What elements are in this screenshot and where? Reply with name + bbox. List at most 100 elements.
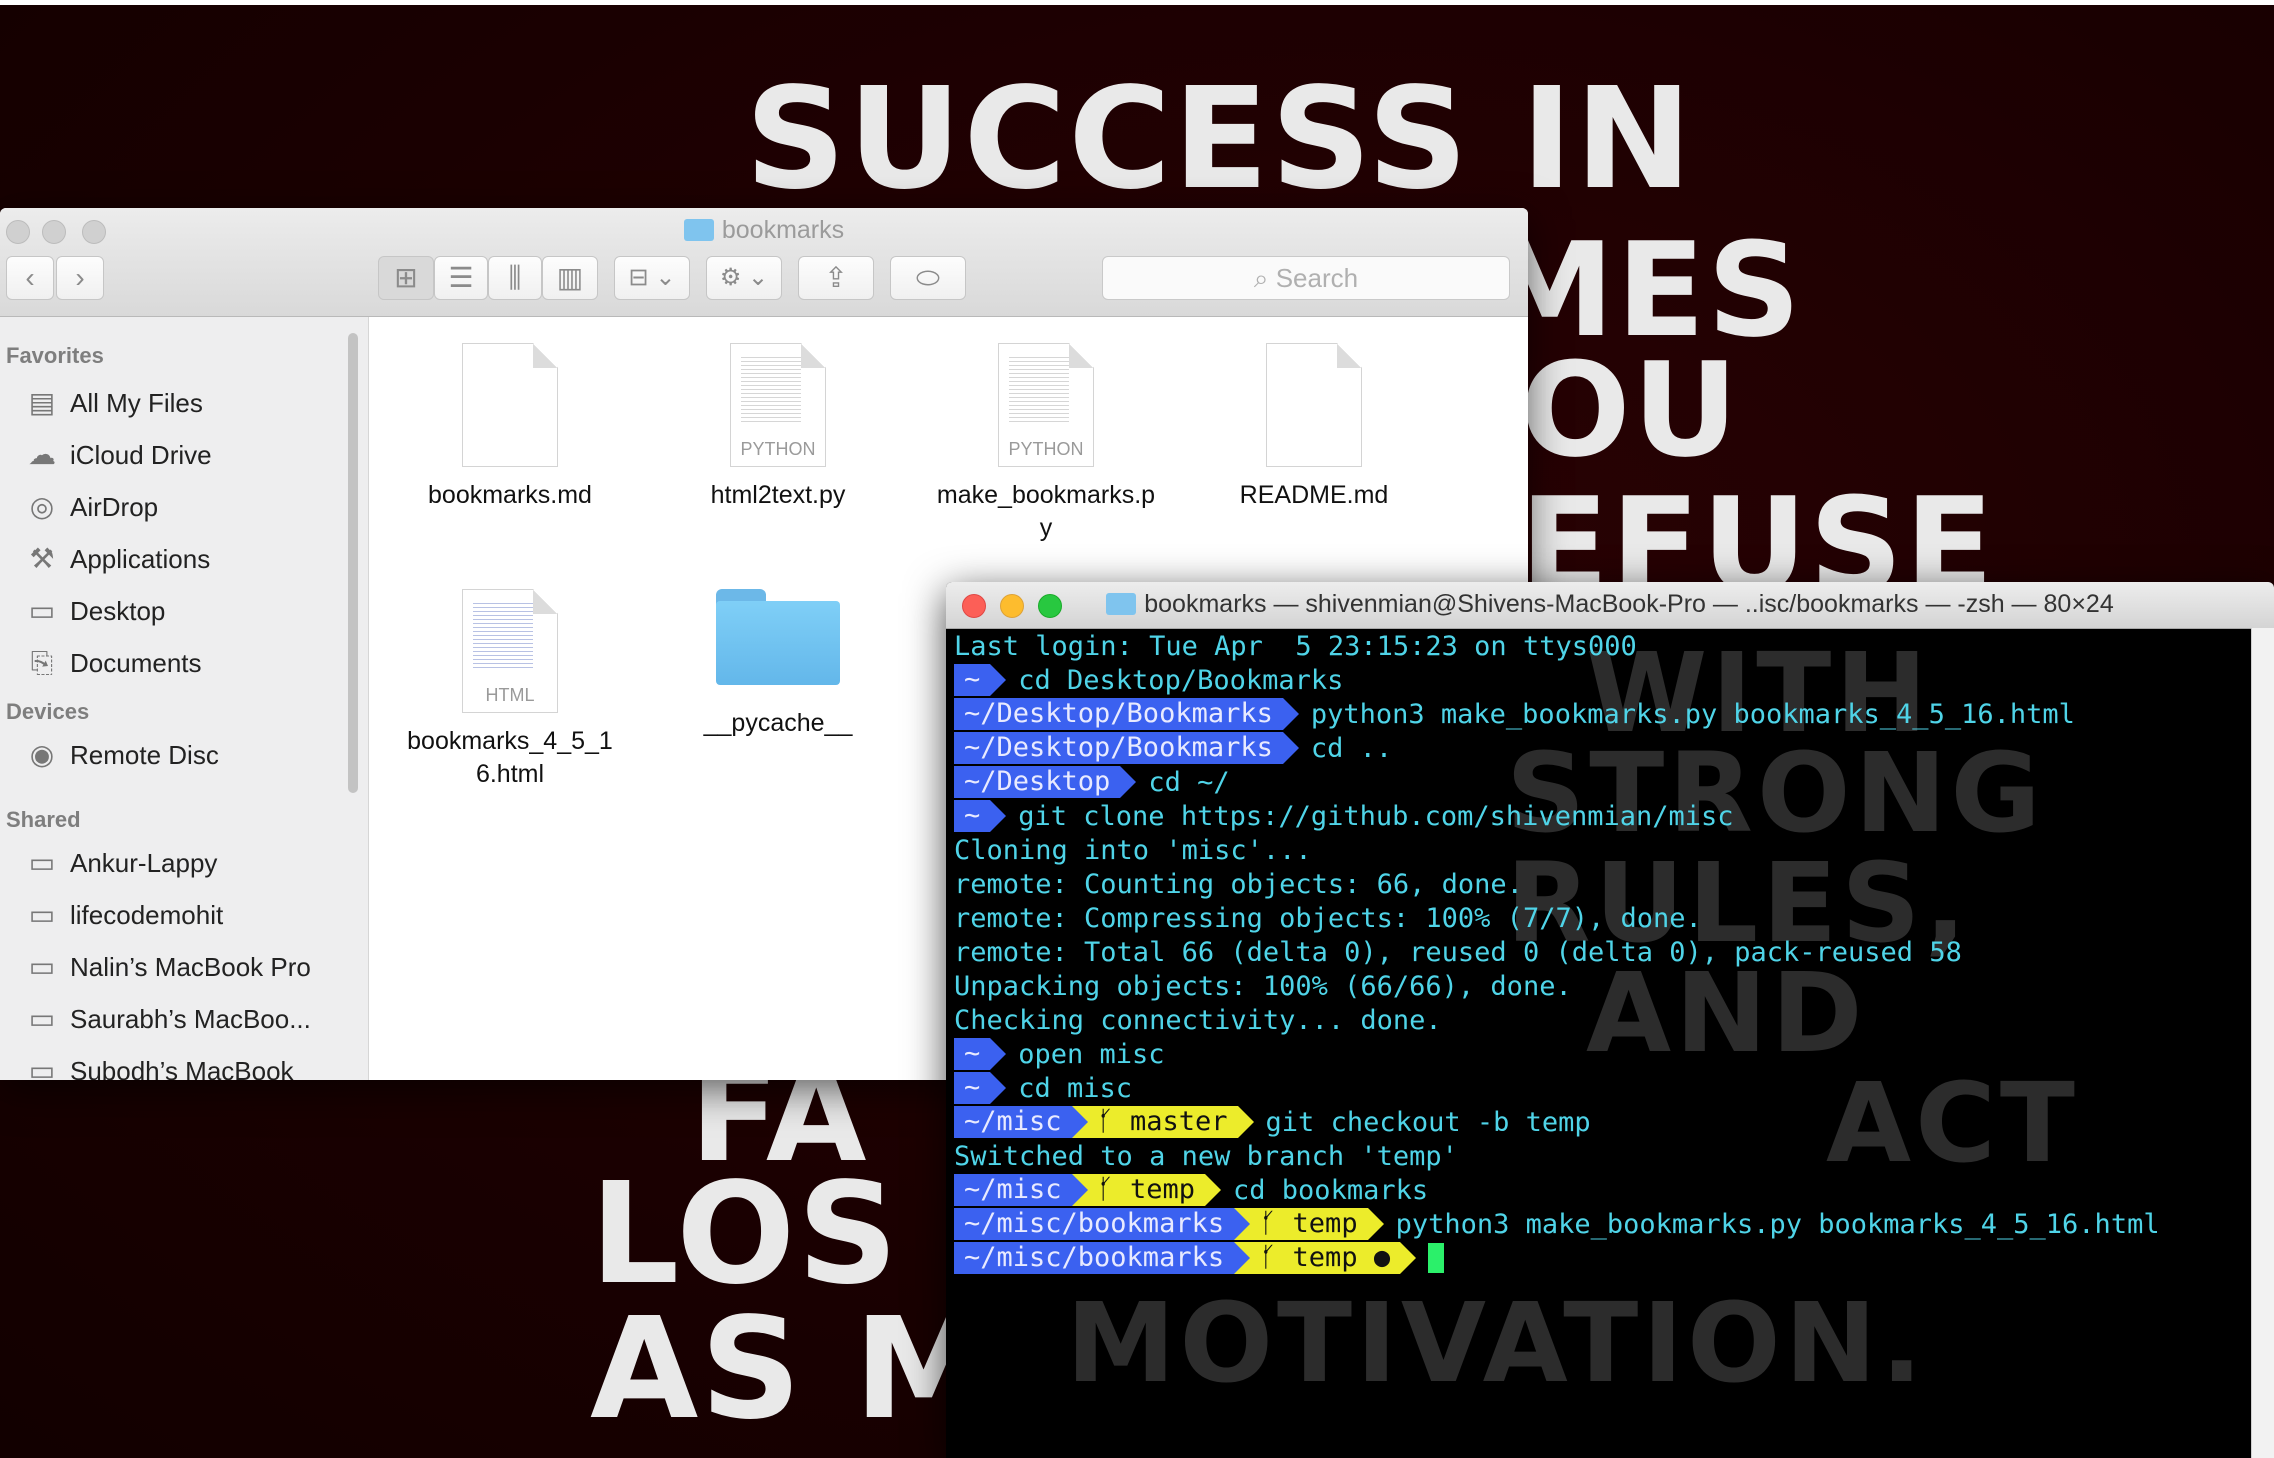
finder-toolbar: bookmarks ‹ › ⊞ ☰ ⫼ ▥ ⊟ ⌄ ⚙ ⌄ ⇪ ⬭ ⌕ Sear… xyxy=(0,208,1528,317)
terminal-titlebar: bookmarks — shivenmian@Shivens-MacBook-P… xyxy=(946,582,2274,629)
terminal-line: Unpacking objects: 100% (66/66), done. xyxy=(954,971,1572,1002)
shared-header: Shared xyxy=(6,807,81,832)
prompt-arrow xyxy=(1071,1174,1088,1206)
terminal-window[interactable]: bookmarks — shivenmian@Shivens-MacBook-P… xyxy=(946,582,2274,1458)
prompt-arrow xyxy=(1282,732,1299,764)
terminal-line: Switched to a new branch 'temp' xyxy=(954,1141,1458,1172)
file-name: bookmarks_4_5_16.html xyxy=(407,727,613,788)
git-branch: ᚶ temp xyxy=(1087,1174,1206,1206)
folder-item[interactable]: __pycache__ xyxy=(668,589,888,740)
terminal-line: ~/Desktop/Bookmarks cd .. xyxy=(954,732,1392,766)
terminal-scrollbar[interactable] xyxy=(2251,628,2274,1458)
computer-icon: ▭ xyxy=(28,899,56,930)
tag-button[interactable]: ⬭ xyxy=(890,256,966,300)
prompt-arrow xyxy=(1234,1242,1251,1274)
sidebar-item-remote-disc[interactable]: ◉ Remote Disc xyxy=(22,733,219,777)
file-item[interactable]: README.md xyxy=(1204,343,1424,512)
prompt-arrow xyxy=(990,800,1007,832)
prompt-arrow xyxy=(1400,1242,1417,1274)
search-icon: ⌕ xyxy=(1253,263,1276,293)
sidebar-item-icloud-drive[interactable]: ☁ iCloud Drive xyxy=(22,433,212,477)
sidebar-item-applications[interactable]: ⚒ Applications xyxy=(22,537,210,581)
sidebar-item-airdrop[interactable]: ◎ AirDrop xyxy=(22,485,158,529)
prompt-arrow xyxy=(1120,766,1137,798)
prompt-path: ~/misc/bookmarks xyxy=(954,1242,1235,1274)
file-item[interactable]: PYTHON html2text.py xyxy=(668,343,888,512)
prompt-arrow xyxy=(1205,1174,1222,1206)
sidebar-item-subodh-macbook[interactable]: ▭ Subodh’s MacBook xyxy=(22,1049,294,1080)
action-button[interactable]: ⚙ ⌄ xyxy=(706,256,782,300)
terminal-body[interactable]: WITH STRONG RULES, AND ACT MOTIVATION. L… xyxy=(946,628,2274,1458)
devices-header: Devices xyxy=(6,699,90,724)
file-item[interactable]: PYTHON make_bookmarks.py xyxy=(936,343,1156,545)
prompt-command: cd bookmarks xyxy=(1233,1175,1429,1206)
prompt-path: ~/misc/bookmarks xyxy=(954,1208,1235,1240)
prompt-arrow xyxy=(1282,698,1299,730)
file-name: README.md xyxy=(1239,481,1389,509)
prompt-arrow xyxy=(1237,1106,1254,1138)
python-file-icon: PYTHON xyxy=(998,343,1094,467)
terminal-line: Last login: Tue Apr 5 23:15:23 on ttys00… xyxy=(954,631,1637,662)
terminal-line: remote: Counting objects: 66, done. xyxy=(954,869,1523,900)
share-button[interactable]: ⇪ xyxy=(798,256,874,300)
sidebar-item-all-my-files[interactable]: ▤ All My Files xyxy=(22,381,203,425)
file-name: bookmarks.md xyxy=(428,481,592,509)
python-file-icon: PYTHON xyxy=(730,343,826,467)
prompt-path: ~ xyxy=(954,800,991,832)
finder-sidebar: Favorites ▤ All My Files ☁ iCloud Drive ◎ A… xyxy=(0,317,369,1080)
terminal-line: ~ cd Desktop/Bookmarks xyxy=(954,664,1343,698)
prompt-command: cd .. xyxy=(1310,733,1393,764)
prompt-path: ~/Desktop xyxy=(954,766,1121,798)
computer-icon: ▭ xyxy=(28,847,56,878)
sidebar-item-desktop[interactable]: ▭ Desktop xyxy=(22,589,166,633)
file-item[interactable]: bookmarks.md xyxy=(400,343,620,512)
sidebar-scrollbar[interactable] xyxy=(348,333,358,793)
window-title: bookmarks xyxy=(0,216,1528,245)
prompt-command: git checkout -b temp xyxy=(1265,1107,1591,1138)
column-view-button[interactable]: ⫼ xyxy=(488,256,542,300)
terminal-line: ~/misc ᚶ temp cd bookmarks xyxy=(954,1174,1428,1208)
terminal-line: ~ open misc xyxy=(954,1038,1165,1072)
computer-icon: ▭ xyxy=(28,1003,56,1034)
sidebar-item-lifecodemohit[interactable]: ▭ lifecodemohit xyxy=(22,893,223,937)
sidebar-item-saurabh-macbook[interactable]: ▭ Saurabh’s MacBoo... xyxy=(22,997,311,1041)
wallpaper-text-6: LOS xyxy=(590,1153,901,1316)
git-branch: ᚶ temp xyxy=(1250,1208,1368,1240)
prompt-command: git clone https://github.com/shivenmian/… xyxy=(1018,801,1734,832)
sidebar-item-nalin-macbook[interactable]: ▭ Nalin’s MacBook Pro xyxy=(22,945,311,989)
prompt-arrow xyxy=(990,1038,1007,1070)
favorites-header: Favorites xyxy=(6,343,104,368)
list-view-button[interactable]: ☰ xyxy=(434,256,488,300)
prompt-command: cd misc xyxy=(1018,1073,1133,1104)
computer-icon: ▭ xyxy=(28,1055,56,1080)
terminal-line: ~/misc/bookmarks ᚶ temp ● xyxy=(954,1242,1445,1276)
terminal-line: ~/misc/bookmarks ᚶ temp python3 make_bookm… xyxy=(954,1208,2160,1242)
terminal-line: ~/misc ᚶ master git checkout -b temp xyxy=(954,1106,1591,1140)
terminal-line: ~ cd misc xyxy=(954,1072,1132,1106)
cloud-icon: ☁ xyxy=(28,439,56,470)
prompt-path: ~/Desktop/Bookmarks xyxy=(954,732,1283,764)
terminal-line: remote: Compressing objects: 100% (7/7),… xyxy=(954,903,1702,934)
search-field[interactable]: ⌕ Search xyxy=(1102,256,1510,300)
forward-button[interactable]: › xyxy=(56,256,104,300)
sidebar-item-ankur-lappy[interactable]: ▭ Ankur-Lappy xyxy=(22,841,218,885)
terminal-line: ~ git clone https://github.com/shivenmian… xyxy=(954,800,1734,834)
folder-icon xyxy=(1106,593,1137,615)
prompt-command: python3 make_bookmarks.py bookmarks_4_5_… xyxy=(1310,699,2075,730)
applications-icon: ⚒ xyxy=(29,543,55,574)
all-files-icon: ▤ xyxy=(28,387,56,418)
prompt-path: ~ xyxy=(954,664,991,696)
icon-view-button[interactable]: ⊞ xyxy=(378,256,434,300)
back-button[interactable]: ‹ xyxy=(6,256,54,300)
git-branch: ᚶ master xyxy=(1087,1106,1238,1138)
file-item[interactable]: HTML bookmarks_4_5_16.html xyxy=(400,589,620,791)
wallpaper-text-11: AND xyxy=(1586,949,1867,1077)
computer-icon: ▭ xyxy=(28,951,56,982)
prompt-arrow xyxy=(1234,1208,1251,1240)
cover-flow-button[interactable]: ▥ xyxy=(542,256,598,300)
arrange-button[interactable]: ⊟ ⌄ xyxy=(614,256,690,300)
prompt-path: ~/misc xyxy=(954,1174,1072,1206)
sidebar-item-documents[interactable]: ⎘ Documents xyxy=(22,641,202,685)
prompt-command: python3 make_bookmarks.py bookmarks_4_5_… xyxy=(1395,1209,2160,1240)
prompt-arrow xyxy=(1071,1106,1088,1138)
